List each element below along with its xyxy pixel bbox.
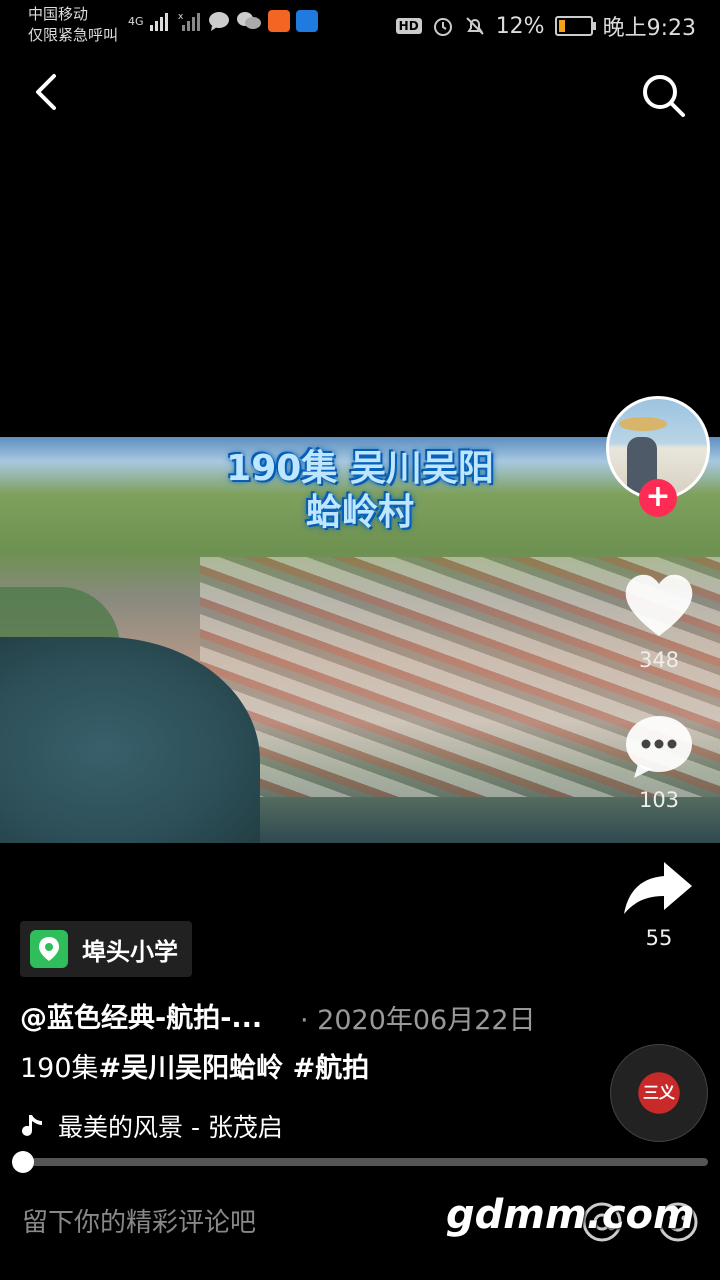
svg-text:x: x [178,12,184,22]
app-notification-icon [267,10,290,32]
battery-icon [554,16,596,36]
post-caption: 190集#吴川吴阳蛤岭 #航拍 [20,1046,369,1085]
music-disc[interactable]: 三义 [610,1044,708,1142]
post-date: · 2020年06月22日 [300,1005,536,1036]
no-signal-icon: x [178,12,200,31]
progress-knob[interactable] [12,1151,34,1173]
location-tag[interactable]: 埠头小学 [20,921,192,977]
battery-percent: 12% [495,13,545,39]
share-icon[interactable] [620,858,696,918]
location-pin-icon [30,930,68,968]
follow-button[interactable]: + [639,479,677,517]
music-info[interactable]: 最美的风景 - 张茂启 [20,1108,283,1144]
video-title-line2: 蛤岭村 [305,492,414,533]
back-button[interactable] [28,70,68,114]
search-button[interactable] [638,70,690,122]
signal-icon [149,13,168,31]
like-count: 348 [638,648,680,672]
caption-text: 190集 [20,1053,99,1084]
wechat-icon [236,12,261,29]
clock: 晚上9:23 [602,16,696,41]
status-icons-right: HD 12% 晚上9:23 [395,10,696,42]
status-carrier: 中国移动 仅限紧急呼叫 [28,4,118,46]
music-note-icon [22,1115,42,1136]
comment-count: 103 [638,788,680,812]
message-icon [208,12,229,31]
comment-icon[interactable] [624,714,694,780]
music-title: 最美的风景 - 张茂启 [58,1113,283,1142]
mute-icon [465,17,484,35]
share-count: 55 [645,926,673,950]
site-watermark: gdmm.com [446,1192,695,1238]
heart-icon[interactable] [622,570,696,640]
status-icons-left: 4G x [128,10,318,32]
alipay-icon [295,10,318,32]
caption-hashtags[interactable]: #吴川吴阳蛤岭 #航拍 [99,1053,370,1084]
alarm-icon [433,18,452,36]
video-progress-bar[interactable] [22,1158,708,1166]
disc-label: 三义 [642,1083,675,1102]
emergency-only-text: 仅限紧急呼叫 [28,26,119,44]
video-player[interactable]: 190集 吴川吴阳 蛤岭村 [0,437,720,843]
carrier-name: 中国移动 [28,5,89,23]
comment-input[interactable]: 留下你的精彩评论吧 [22,1202,256,1239]
hd-icon: HD [395,18,422,34]
location-name: 埠头小学 [82,937,178,966]
author-name[interactable]: @蓝色经典-航拍-... [20,996,262,1035]
avatar-hat [619,417,667,431]
network-type: 4G [128,14,144,28]
